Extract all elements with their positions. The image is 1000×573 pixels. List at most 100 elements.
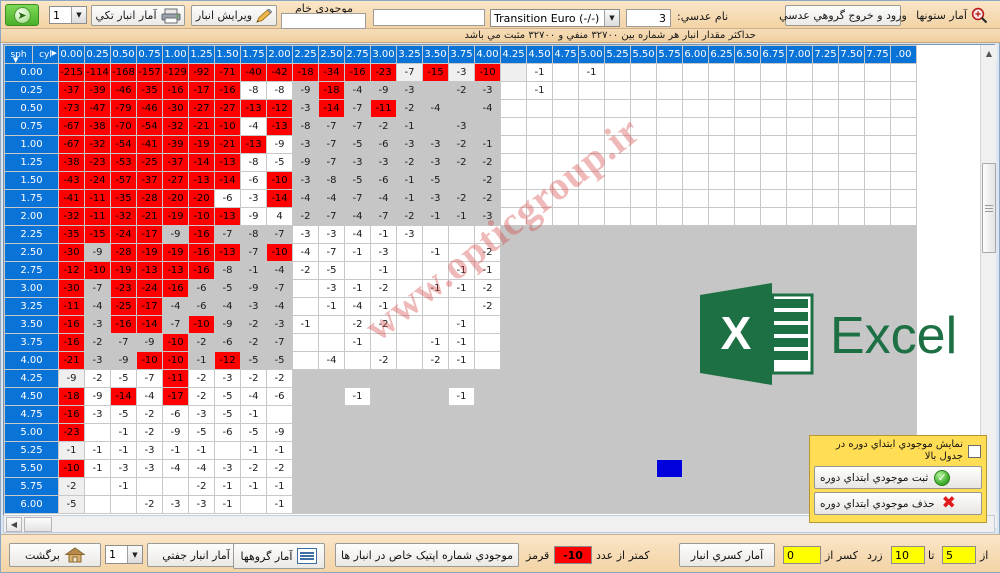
grid-cell[interactable]: -2	[448, 153, 475, 172]
row-header[interactable]: 4.00	[4, 351, 59, 370]
grid-cell[interactable]: -1	[344, 333, 371, 352]
grid-cell[interactable]	[890, 351, 917, 370]
grid-cell[interactable]	[526, 495, 553, 514]
grid-cell[interactable]	[760, 135, 787, 154]
grid-cell[interactable]: -2	[266, 459, 293, 478]
column-header[interactable]: 6.75	[760, 45, 787, 64]
grid-cell[interactable]	[864, 81, 891, 100]
grid-cell[interactable]	[682, 369, 709, 388]
grid-cell[interactable]: -2	[266, 369, 293, 388]
grid-cell[interactable]: -17	[188, 81, 215, 100]
grid-cell[interactable]: -157	[136, 63, 163, 82]
grid-cell[interactable]: -9	[110, 351, 137, 370]
grid-cell[interactable]	[318, 441, 345, 460]
grid-cell[interactable]	[552, 63, 579, 82]
grid-cell[interactable]	[604, 369, 631, 388]
column-header[interactable]: 2.00	[266, 45, 293, 64]
grid-cell[interactable]: -6	[370, 135, 397, 154]
grid-cell[interactable]: -1	[240, 405, 267, 424]
grid-cell[interactable]	[760, 333, 787, 352]
grid-cell[interactable]	[734, 99, 761, 118]
single-stock-report-button[interactable]: آمار انبار تکي	[91, 5, 185, 26]
grid-cell[interactable]	[318, 495, 345, 514]
grid-cell[interactable]: -6	[214, 423, 241, 442]
row-header[interactable]: 3.25	[4, 297, 59, 316]
row-header[interactable]: 4.25	[4, 369, 59, 388]
grid-cell[interactable]: -2	[474, 189, 501, 208]
grid-cell[interactable]	[552, 117, 579, 136]
grid-cell[interactable]: -3	[292, 135, 319, 154]
grid-cell[interactable]: -2	[474, 243, 501, 262]
grid-cell[interactable]	[734, 369, 761, 388]
grid-cell[interactable]: -57	[110, 171, 137, 190]
grid-cell[interactable]	[630, 477, 657, 496]
grid-cell[interactable]: -4	[240, 117, 267, 136]
grid-cell[interactable]	[552, 423, 579, 442]
grid-cell[interactable]	[552, 405, 579, 424]
grid-cell[interactable]: -7	[344, 117, 371, 136]
grid-cell[interactable]	[604, 207, 631, 226]
grid-cell[interactable]: -24	[110, 225, 137, 244]
grid-cell[interactable]	[682, 117, 709, 136]
grid-cell[interactable]	[812, 189, 839, 208]
row-header[interactable]: 6.00	[4, 495, 59, 514]
grid-cell[interactable]	[786, 387, 813, 406]
columns-report-button[interactable]: آمار ستونها	[907, 4, 997, 26]
grid-cell[interactable]: -6	[162, 405, 189, 424]
grid-cell[interactable]: -7	[344, 99, 371, 118]
grid-cell[interactable]	[396, 297, 423, 316]
grid-cell[interactable]	[578, 117, 605, 136]
grid-cell[interactable]	[656, 405, 683, 424]
grid-cell[interactable]: -4	[162, 459, 189, 478]
grid-cell[interactable]	[708, 261, 735, 280]
grid-cell[interactable]: -7	[318, 135, 345, 154]
grid-cell[interactable]	[708, 333, 735, 352]
grid-cell[interactable]	[500, 81, 527, 100]
grid-cell[interactable]	[630, 225, 657, 244]
grid-cell[interactable]	[396, 495, 423, 514]
grid-cell[interactable]: -9	[84, 243, 111, 262]
grid-cell[interactable]	[708, 297, 735, 316]
grid-cell[interactable]: -15	[422, 63, 449, 82]
grid-cell[interactable]	[864, 351, 891, 370]
grid-cell[interactable]	[760, 459, 787, 478]
grid-cell[interactable]: -5	[58, 495, 85, 514]
grid-cell[interactable]: -8	[214, 261, 241, 280]
grid-cell[interactable]: -1	[526, 81, 553, 100]
grid-cell[interactable]: -16	[344, 63, 371, 82]
grid-cell[interactable]: -1	[266, 495, 293, 514]
grid-cell[interactable]	[292, 333, 319, 352]
grid-cell[interactable]: -1	[266, 441, 293, 460]
grid-cell[interactable]	[136, 477, 163, 496]
grid-cell[interactable]	[84, 423, 111, 442]
grid-cell[interactable]: -30	[58, 279, 85, 298]
grid-cell[interactable]	[812, 171, 839, 190]
grid-cell[interactable]: -3	[266, 315, 293, 334]
grid-cell[interactable]	[396, 261, 423, 280]
grid-cell[interactable]	[708, 423, 735, 442]
grid-cell[interactable]	[812, 63, 839, 82]
grid-cell[interactable]: -1	[422, 279, 449, 298]
grid-cell[interactable]: -1	[448, 387, 475, 406]
grid-cell[interactable]: -5	[214, 387, 241, 406]
grid-cell[interactable]	[890, 135, 917, 154]
grid-cell[interactable]	[526, 171, 553, 190]
grid-cell[interactable]: -7	[162, 315, 189, 334]
grid-cell[interactable]	[578, 495, 605, 514]
grid-cell[interactable]	[682, 333, 709, 352]
grid-cell[interactable]	[890, 225, 917, 244]
grid-cell[interactable]: -3	[448, 117, 475, 136]
grid-cell[interactable]: -6	[188, 297, 215, 316]
grid-cell[interactable]: -16	[214, 81, 241, 100]
grid-cell[interactable]	[604, 387, 631, 406]
grid-cell[interactable]	[734, 207, 761, 226]
column-header[interactable]: 0.75	[136, 45, 163, 64]
grid-cell[interactable]: -2	[448, 81, 475, 100]
grid-cell[interactable]	[604, 99, 631, 118]
grid-cell[interactable]	[578, 81, 605, 100]
grid-cell[interactable]: -4	[318, 189, 345, 208]
grid-cell[interactable]	[786, 315, 813, 334]
grid-cell[interactable]	[552, 225, 579, 244]
grid-cell[interactable]: -7	[318, 117, 345, 136]
grid-cell[interactable]: -129	[162, 63, 189, 82]
